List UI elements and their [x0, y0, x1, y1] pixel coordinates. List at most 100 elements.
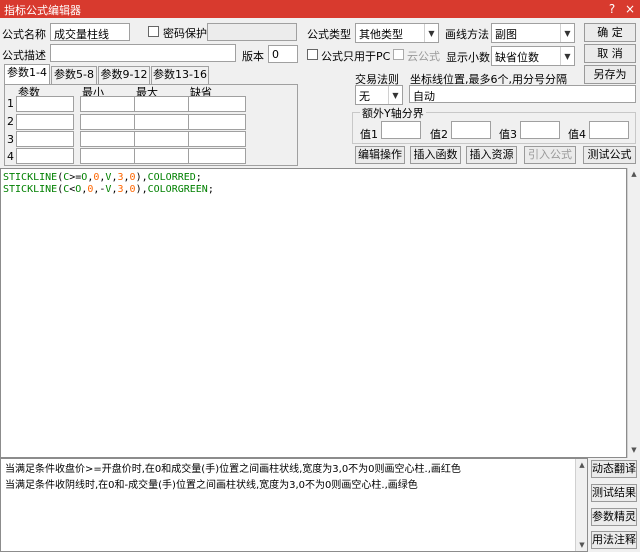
- y-value-2-input[interactable]: [451, 121, 491, 139]
- param-min-cell[interactable]: [80, 131, 138, 147]
- code-token: ,-: [93, 184, 106, 195]
- formula-name-label: 公式名称: [2, 28, 46, 41]
- decimals-select[interactable]: 缺省位数 ▼: [491, 46, 575, 66]
- note-line: 当满足条件收盘价>=开盘价时,在0和成交量(手)位置之间画柱状线,宽度为3,0不…: [5, 464, 461, 475]
- window-title: 指标公式编辑器: [4, 4, 81, 17]
- y-value-4-input[interactable]: [589, 121, 629, 139]
- ok-button[interactable]: 确 定: [584, 23, 636, 42]
- param-max-cell[interactable]: [134, 96, 192, 112]
- version-label: 版本: [242, 50, 264, 63]
- param-row-number: 3: [7, 133, 14, 146]
- param-wizard-button[interactable]: 参数精灵: [591, 508, 637, 526]
- test-formula-button[interactable]: 测试公式: [583, 146, 636, 164]
- scroll-down-icon[interactable]: ▼: [628, 444, 640, 456]
- formula-code-editor[interactable]: STICKLINE(C>=O,0,V,3,0),COLORRED; STICKL…: [0, 168, 627, 458]
- y-value-3-input[interactable]: [520, 121, 560, 139]
- param-name-cell[interactable]: [16, 114, 74, 130]
- param-default-cell[interactable]: [188, 148, 246, 164]
- formula-notes-panel[interactable]: 当满足条件收盘价>=开盘价时,在0和成交量(手)位置之间画柱状线,宽度为3,0不…: [0, 458, 588, 552]
- param-default-cell[interactable]: [188, 96, 246, 112]
- param-row-number: 4: [7, 150, 14, 163]
- pc-only-label: 公式只用于PC: [321, 50, 391, 63]
- code-token: COLORGREEN: [147, 184, 208, 195]
- usage-notes-button[interactable]: 用法注释: [591, 531, 637, 549]
- decimals-label: 显示小数: [446, 51, 490, 64]
- test-result-button[interactable]: 测试结果: [591, 484, 637, 502]
- draw-method-select[interactable]: 副图 ▼: [491, 23, 575, 43]
- param-max-cell[interactable]: [134, 131, 192, 147]
- password-checkbox[interactable]: [148, 26, 159, 37]
- param-row-number: 2: [7, 115, 14, 128]
- notes-scrollbar[interactable]: ▲ ▼: [575, 459, 587, 551]
- axis-position-input[interactable]: 自动: [409, 85, 636, 103]
- param-default-cell[interactable]: [188, 131, 246, 147]
- scroll-down-icon[interactable]: ▼: [576, 539, 588, 551]
- password-label: 密码保护: [163, 27, 207, 40]
- note-line: 当满足条件收阴线时,在0和-成交量(手)位置之间画柱状线,宽度为3,0不为0则画…: [5, 480, 418, 491]
- y-value-label: 值3: [499, 128, 517, 141]
- close-icon[interactable]: ×: [622, 1, 638, 17]
- formula-desc-label: 公式描述: [2, 49, 46, 62]
- scroll-up-icon[interactable]: ▲: [576, 459, 588, 471]
- code-scrollbar[interactable]: ▲ ▼: [627, 168, 640, 458]
- code-token: STICKLINE: [3, 172, 58, 183]
- param-default-cell[interactable]: [188, 114, 246, 130]
- trade-rule-value: 无: [359, 90, 370, 103]
- y-value-label: 值4: [568, 128, 586, 141]
- param-min-cell[interactable]: [80, 96, 138, 112]
- decimals-value: 缺省位数: [495, 51, 539, 64]
- y-value-1-input[interactable]: [381, 121, 421, 139]
- code-line: STICKLINE(C>=O,0,V,3,0),COLORRED;: [3, 172, 624, 184]
- code-token: ),: [135, 184, 148, 195]
- formula-type-select[interactable]: 其他类型 ▼: [355, 23, 439, 43]
- code-token: COLORRED: [147, 172, 196, 183]
- code-token: ;: [207, 184, 214, 195]
- chevron-down-icon: ▼: [388, 86, 402, 104]
- scroll-up-icon[interactable]: ▲: [628, 168, 640, 180]
- chevron-down-icon: ▼: [424, 24, 438, 42]
- formula-name-input[interactable]: 成交量柱线: [50, 23, 130, 41]
- tab-params-9-12[interactable]: 参数9-12: [98, 66, 150, 84]
- param-name-cell[interactable]: [16, 148, 74, 164]
- title-bar: 指标公式编辑器 ? ×: [0, 0, 640, 18]
- draw-method-value: 副图: [495, 28, 517, 41]
- param-max-cell[interactable]: [134, 148, 192, 164]
- param-name-cell[interactable]: [16, 96, 74, 112]
- code-token: ;: [195, 172, 202, 183]
- code-token: >=: [69, 172, 82, 183]
- param-name-cell[interactable]: [16, 131, 74, 147]
- save-as-button[interactable]: 另存为: [584, 65, 636, 84]
- extra-y-axis-label: 额外Y轴分界: [360, 105, 426, 121]
- y-value-label: 值2: [430, 128, 448, 141]
- tab-params-1-4[interactable]: 参数1-4: [4, 64, 50, 84]
- tab-params-5-8[interactable]: 参数5-8: [51, 66, 97, 84]
- cloud-checkbox[interactable]: [393, 49, 404, 60]
- y-value-label: 值1: [360, 128, 378, 141]
- formula-desc-input[interactable]: [50, 44, 236, 62]
- trade-rule-select[interactable]: 无 ▼: [355, 85, 403, 105]
- pc-only-checkbox[interactable]: [307, 49, 318, 60]
- cancel-button[interactable]: 取 消: [584, 44, 636, 63]
- insert-function-button[interactable]: 插入函数: [410, 146, 461, 164]
- param-min-cell[interactable]: [80, 114, 138, 130]
- code-token: STICKLINE: [3, 184, 58, 195]
- cloud-label: 云公式: [407, 50, 440, 63]
- insert-resource-button[interactable]: 插入资源: [466, 146, 517, 164]
- tab-params-13-16[interactable]: 参数13-16: [151, 66, 209, 84]
- password-input[interactable]: [207, 23, 297, 41]
- param-max-cell[interactable]: [134, 114, 192, 130]
- import-formula-button[interactable]: 引入公式: [524, 146, 576, 164]
- code-line: STICKLINE(C<O,0,-V,3,0),COLORGREEN;: [3, 184, 624, 196]
- version-input[interactable]: 0: [268, 45, 298, 63]
- draw-method-label: 画线方法: [445, 28, 489, 41]
- formula-type-label: 公式类型: [307, 28, 351, 41]
- edit-operation-button[interactable]: 编辑操作: [355, 146, 405, 164]
- param-min-cell[interactable]: [80, 148, 138, 164]
- formula-type-value: 其他类型: [359, 28, 403, 41]
- code-token: ),: [135, 172, 148, 183]
- param-row-number: 1: [7, 97, 14, 110]
- chevron-down-icon: ▼: [560, 47, 574, 65]
- dynamic-translate-button[interactable]: 动态翻译: [591, 460, 637, 478]
- chevron-down-icon: ▼: [560, 24, 574, 42]
- help-icon[interactable]: ?: [604, 1, 620, 17]
